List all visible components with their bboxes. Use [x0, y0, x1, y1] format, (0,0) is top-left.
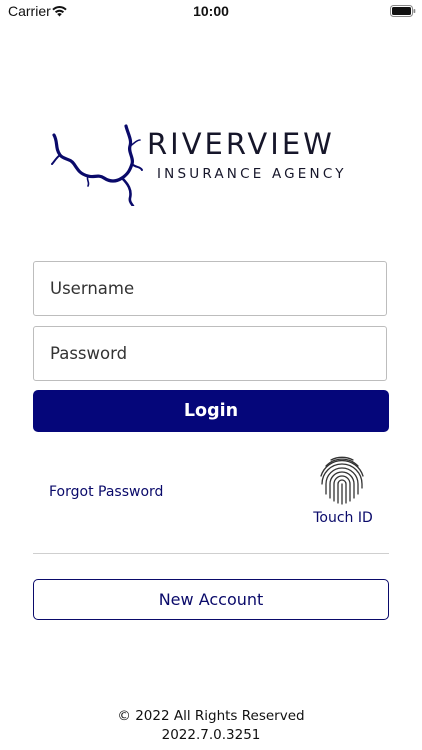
logo-name: RIVERVIEW — [147, 127, 335, 161]
footer: © 2022 All Rights Reserved 2022.7.0.3251 — [0, 707, 422, 745]
logo-tagline: INSURANCE AGENCY — [157, 166, 347, 182]
company-logo: RIVERVIEW INSURANCE AGENCY — [50, 122, 370, 206]
battery-icon — [390, 5, 416, 17]
version-text: 2022.7.0.3251 — [161, 727, 261, 743]
divider — [33, 553, 389, 554]
login-button[interactable]: Login — [33, 390, 389, 432]
touch-id-label: Touch ID — [313, 510, 373, 526]
copyright-text: © 2022 All Rights Reserved — [117, 708, 305, 724]
new-account-button[interactable]: New Account — [33, 579, 389, 620]
password-input[interactable] — [33, 326, 387, 381]
status-time: 10:00 — [193, 3, 229, 19]
status-bar: Carrier 10:00 — [0, 0, 422, 24]
fingerprint-icon — [320, 456, 364, 505]
forgot-password-link[interactable]: Forgot Password — [49, 484, 163, 500]
touch-id-button[interactable]: Touch ID — [305, 454, 381, 530]
river-logo-icon — [51, 124, 143, 206]
username-input[interactable] — [33, 261, 387, 316]
